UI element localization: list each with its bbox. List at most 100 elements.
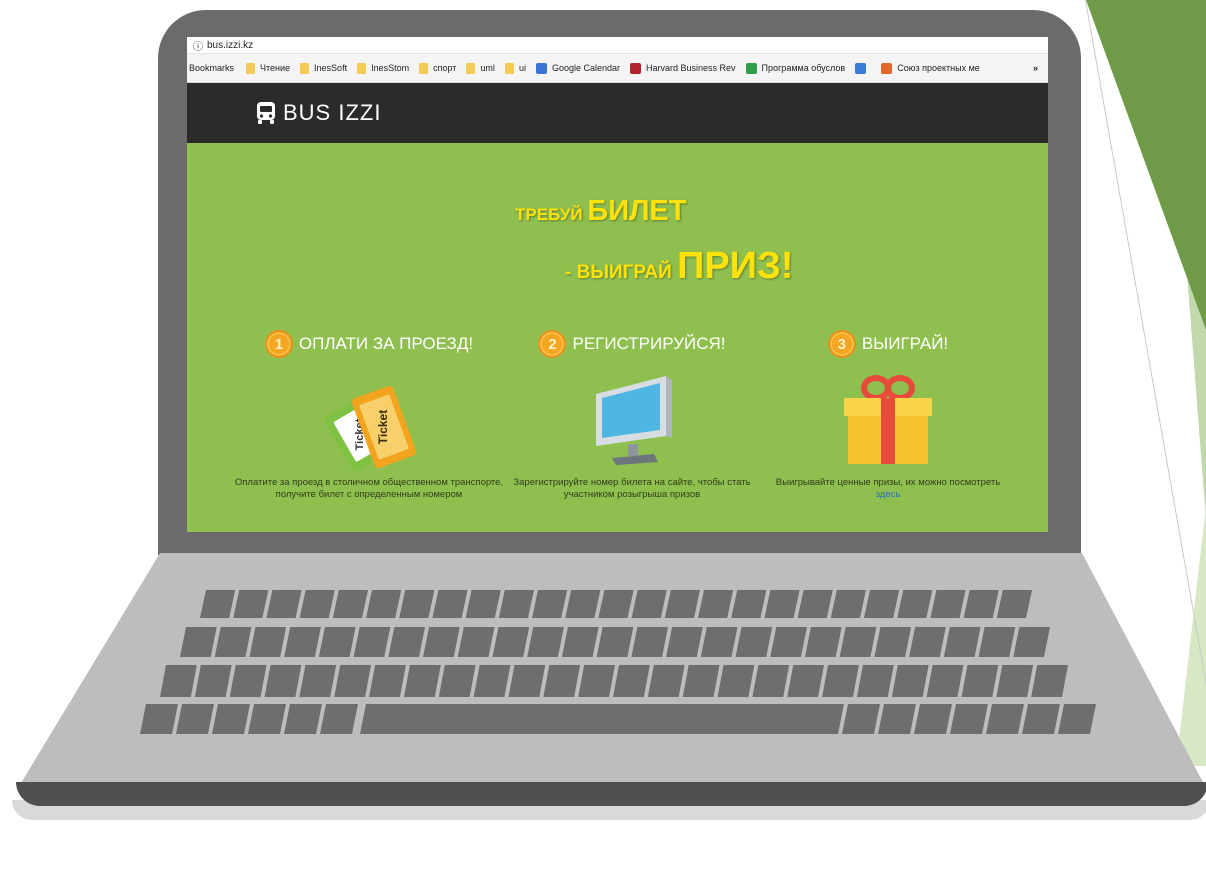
- keyboard-key: [963, 590, 999, 618]
- keyboard-key: [498, 590, 534, 618]
- info-icon[interactable]: ⓘ: [193, 38, 203, 53]
- keyboard-key: [527, 627, 564, 657]
- keyboard-key: [909, 627, 946, 657]
- step-title: 3 ВЫИГРАЙ!: [753, 330, 1023, 358]
- keyboard-key: [598, 590, 634, 618]
- bookmark-item[interactable]: InesStom: [357, 62, 410, 74]
- keyboard-key: [160, 665, 197, 697]
- keyboard-key: [874, 627, 912, 657]
- bookmark-label: Harvard Business Rev: [646, 63, 736, 73]
- bookmark-item[interactable]: Чтение: [246, 62, 291, 74]
- bookmark-label: Программа обуслов: [761, 63, 846, 73]
- keyboard-key: [596, 627, 634, 657]
- keyboard-key: [266, 590, 302, 618]
- bookmarks-label[interactable]: Bookmarks: [189, 63, 234, 73]
- keyboard-key: [996, 665, 1034, 697]
- bookmark-label: Союз проектных ме: [897, 63, 980, 73]
- keyboard-key: [284, 627, 321, 657]
- bookmark-label: InesStom: [371, 63, 410, 73]
- folder-icon: [419, 62, 429, 74]
- keyboard-key: [473, 665, 511, 697]
- keyboard-key: [926, 665, 964, 697]
- diamond-icon: [745, 62, 757, 74]
- step-title-text: ОПЛАТИ ЗА ПРОЕЗД!: [298, 334, 474, 353]
- gift-icon: [753, 372, 1023, 467]
- keyboard-key: [943, 627, 981, 657]
- keyboard-key: [1022, 704, 1060, 734]
- step-description: Оплатите за проезд в столичном обществен…: [234, 477, 504, 500]
- logo-text: BUS IZZI: [283, 100, 382, 125]
- keyboard-key: [532, 590, 568, 618]
- url-text[interactable]: bus.izzi.kz: [207, 40, 253, 51]
- keyboard-key: [856, 665, 894, 697]
- bookmark-item[interactable]: uml: [466, 62, 495, 74]
- folder-icon: [466, 62, 476, 74]
- headline-2-big: ПРИЗ!: [677, 245, 794, 287]
- keyboard-key: [176, 704, 214, 734]
- keyboard-key: [561, 627, 599, 657]
- bookmarks-bar: Bookmarks Чтение InesSoft InesStom спорт uml…: [187, 54, 1048, 83]
- keyboard-key: [1031, 665, 1068, 697]
- union-icon: [881, 62, 893, 74]
- keyboard-key: [284, 704, 322, 734]
- keyboard-key: [229, 665, 267, 697]
- keyboard-key: [839, 627, 877, 657]
- keyboard-key: [399, 590, 435, 618]
- keyboard-key: [631, 590, 667, 618]
- keyboard-key: [996, 590, 1032, 618]
- keyboard-key: [930, 590, 966, 618]
- bookmark-item[interactable]: спорт: [419, 62, 456, 74]
- step-title-text: ВЫИГРАЙ!: [861, 334, 949, 353]
- bookmark-item[interactable]: [855, 62, 871, 74]
- step-description-text: Выигрывайте ценные призы, их можно посмо…: [775, 477, 1001, 488]
- keyboard-key: [717, 665, 755, 697]
- keyboard-key: [804, 627, 842, 657]
- keyboard-key: [914, 704, 952, 734]
- step-pay: 1 ОПЛАТИ ЗА ПРОЕЗД! Ticket Ticket Оплати…: [234, 330, 504, 501]
- keyboard-key: [613, 665, 650, 697]
- headline-1-big: БИЛЕТ: [587, 195, 687, 227]
- keyboard-key: [465, 590, 501, 618]
- bookmark-item[interactable]: Программа обуслов: [745, 62, 846, 74]
- keyboard-key: [248, 704, 286, 734]
- hero-section: ТРЕБУЙ БИЛЕТ - ВЫИГРАЙ ПРИЗ! 1 ОПЛАТИ ЗА…: [187, 143, 1048, 503]
- keyboard-key: [264, 665, 302, 697]
- keyboard-key: [180, 627, 217, 657]
- keyboard-key: [214, 627, 252, 657]
- medal-1-icon: 1: [264, 330, 293, 358]
- keyboard-key: [797, 590, 833, 618]
- prizes-link[interactable]: здесь: [876, 489, 901, 500]
- address-bar[interactable]: ⓘ bus.izzi.kz: [187, 37, 1048, 54]
- keyboard-key: [647, 665, 685, 697]
- headline-line-1: ТРЕБУЙ БИЛЕТ: [515, 195, 686, 228]
- bookmark-item[interactable]: Harvard Business Rev: [630, 62, 736, 74]
- keyboard-key: [212, 704, 250, 734]
- keyboard-key: [334, 665, 372, 697]
- keyboard-key: [864, 590, 900, 618]
- keyboard-key: [366, 590, 402, 618]
- keyboard-key: [822, 665, 859, 697]
- keyboard-key: [543, 665, 581, 697]
- bookmarks-overflow-button[interactable]: »: [1033, 63, 1038, 73]
- site-header: BUS IZZI: [187, 83, 1048, 143]
- keyboard-key: [360, 704, 844, 734]
- headline-2-small: - ВЫИГРАЙ: [565, 262, 678, 283]
- keyboard-key: [492, 627, 530, 657]
- bookmark-item[interactable]: Google Calendar: [535, 62, 620, 74]
- keyboard-key: [200, 590, 236, 618]
- folder-icon: [357, 62, 367, 74]
- bookmark-item[interactable]: InesSoft: [300, 62, 348, 74]
- keyboard-key: [891, 665, 929, 697]
- headline-1-small: ТРЕБУЙ: [515, 205, 588, 224]
- keyboard-key: [353, 627, 391, 657]
- keyboard-key: [299, 665, 337, 697]
- keyboard-key: [233, 590, 269, 618]
- keyboard-key: [666, 627, 703, 657]
- bookmark-item[interactable]: ui: [504, 62, 526, 74]
- keyboard-key: [578, 665, 615, 697]
- keyboard-key: [249, 627, 287, 657]
- bookmark-item[interactable]: Союз проектных ме: [881, 62, 980, 74]
- bookmark-label: Чтение: [260, 63, 291, 73]
- site-logo[interactable]: BUS IZZI: [255, 100, 381, 126]
- bookmark-label: InesSoft: [314, 63, 348, 73]
